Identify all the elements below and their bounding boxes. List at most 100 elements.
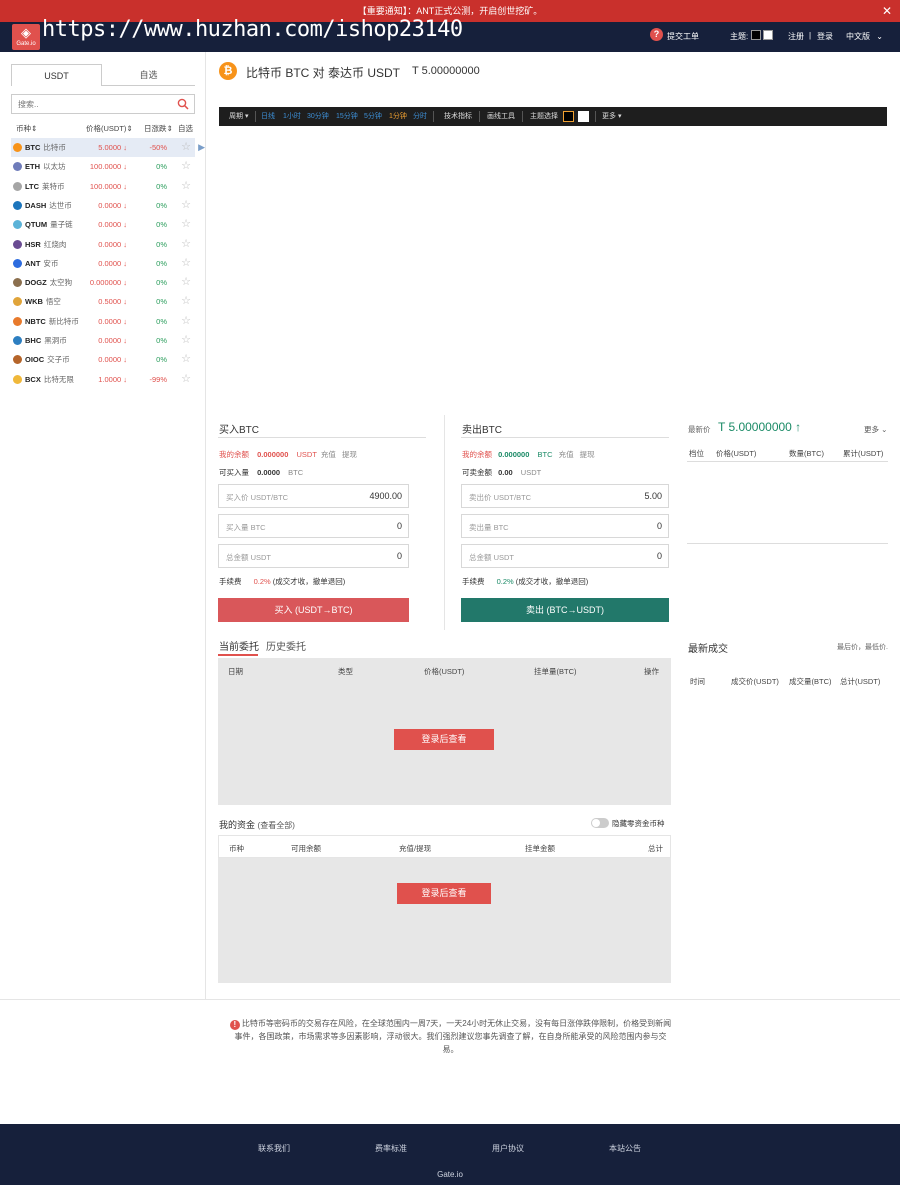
theme-light-swatch[interactable] <box>763 30 773 40</box>
market-row[interactable]: BTC 比特币 5.0000 ↓ -50% ☆ ▶ <box>11 138 205 157</box>
col-change[interactable]: 日涨跌⇕ <box>144 123 173 134</box>
search-icon[interactable] <box>177 98 189 110</box>
tab-usdt[interactable]: USDT <box>11 64 102 86</box>
funds-login-button[interactable]: 登录后查看 <box>397 883 491 904</box>
favorite-star-icon[interactable]: ☆ <box>181 273 191 292</box>
buy-available-row: 可买入量 0.0000 BTC <box>219 467 303 478</box>
buy-price-field[interactable]: 买入价 USDT/BTC 4900.00 <box>218 484 409 508</box>
coin-price: 0.5000 ↓ <box>98 297 127 307</box>
search-input[interactable] <box>12 95 172 113</box>
favorite-star-icon[interactable]: ☆ <box>181 215 191 234</box>
coin-name: 以太坊 <box>43 162 66 172</box>
favorite-star-icon[interactable]: ☆ <box>181 235 191 254</box>
market-row[interactable]: BHC 黑洞币 0.0000 ↓ 0% ☆ <box>11 331 195 350</box>
sell-recharge-link[interactable]: 充值 <box>559 450 574 459</box>
market-row[interactable]: ETH 以太坊 100.0000 ↓ 0% ☆ <box>11 157 195 176</box>
tab-current-orders[interactable]: 当前委托 <box>219 638 259 653</box>
market-row[interactable]: DASH 达世币 0.0000 ↓ 0% ☆ <box>11 196 195 215</box>
tech-indicators-button[interactable]: 技术指标 <box>444 107 472 126</box>
chart-theme-light-swatch[interactable] <box>578 111 589 122</box>
footer-contact-link[interactable]: 联系我们 <box>258 1143 290 1154</box>
coin-name: 太空狗 <box>49 278 73 288</box>
interval-15m[interactable]: 15分钟 <box>336 107 358 126</box>
sell-button[interactable]: 卖出 (BTC→USDT) <box>461 598 669 622</box>
tab-favorites[interactable]: 自选 <box>102 64 195 86</box>
sell-amount-field[interactable]: 卖出量 BTC 0 <box>461 514 669 538</box>
favorite-star-icon[interactable]: ☆ <box>181 331 191 350</box>
col-coin[interactable]: 币种⇕ <box>16 123 37 134</box>
buy-recharge-link[interactable]: 充值 <box>321 450 336 459</box>
period-dropdown[interactable]: 周期 ▾ <box>229 107 248 126</box>
favorite-star-icon[interactable]: ☆ <box>181 292 191 311</box>
interval-30m[interactable]: 30分钟 <box>307 107 329 126</box>
market-row[interactable]: HSR 红烧肉 0.0000 ↓ 0% ☆ <box>11 235 195 254</box>
favorite-star-icon[interactable]: ☆ <box>181 370 191 389</box>
sell-withdraw-link[interactable]: 提现 <box>580 450 595 459</box>
market-row[interactable]: ANT 安币 0.0000 ↓ 0% ☆ <box>11 254 195 273</box>
buy-fee-row: 手续费 0.2% (成交才收，撤单退回) <box>219 576 345 587</box>
footer-fees-link[interactable]: 费率标准 <box>375 1143 407 1154</box>
sell-price-field[interactable]: 卖出价 USDT/BTC 5.00 <box>461 484 669 508</box>
buy-total-field[interactable]: 总金额 USDT 0 <box>218 544 409 568</box>
market-row[interactable]: LTC 莱特币 100.0000 ↓ 0% ☆ <box>11 177 195 196</box>
interval-timeline[interactable]: 分时 <box>413 107 427 126</box>
coin-icon <box>13 374 22 384</box>
tab-history-orders[interactable]: 历史委托 <box>266 638 306 653</box>
favorite-star-icon[interactable]: ☆ <box>181 312 191 331</box>
language-select[interactable]: 中文版 ⌄ <box>846 31 883 42</box>
coin-symbol: BHC 黑洞币 <box>25 336 67 345</box>
market-row[interactable]: OIOC 交子币 0.0000 ↓ 0% ☆ <box>11 350 195 369</box>
close-icon[interactable]: ✕ <box>882 0 892 22</box>
chart-toolbar: 周期 ▾ 日线 1小时 30分钟 15分钟 5分钟 1分钟 分时 技术指标 画线… <box>219 107 887 126</box>
interval-1m[interactable]: 1分钟 <box>389 107 407 126</box>
last-price-label: 最新价 <box>688 425 711 434</box>
notice-text[interactable]: 【重要通知】：ANT正式公测，开启创世挖矿。 <box>358 6 543 16</box>
favorite-star-icon[interactable]: ☆ <box>181 177 191 196</box>
interval-1h[interactable]: 1小时 <box>283 107 301 126</box>
login-link[interactable]: 登录 <box>817 31 833 42</box>
interval-1d[interactable]: 日线 <box>261 107 275 126</box>
hide-zero-toggle[interactable] <box>591 818 609 828</box>
funds-view-all-link[interactable]: (查看全部) <box>258 821 295 830</box>
kline-chart-area[interactable] <box>219 126 887 391</box>
sell-amount-placeholder: 卖出量 BTC <box>469 523 509 532</box>
top-header: ◈ Gate.io https://www.huzhan.com/ishop23… <box>0 17 900 52</box>
coin-change: 0% <box>156 316 167 326</box>
trades-col-total: 总计(USDT) <box>840 677 881 686</box>
favorite-star-icon[interactable]: ☆ <box>181 254 191 273</box>
favorite-star-icon[interactable]: ☆ <box>181 350 191 369</box>
coin-icon <box>13 316 22 326</box>
favorite-star-icon[interactable]: ☆ <box>181 157 191 176</box>
more-dropdown[interactable]: 更多 ▾ <box>602 107 621 126</box>
interval-5m[interactable]: 5分钟 <box>364 107 382 126</box>
coin-price: 0.0000 ↓ <box>98 258 127 268</box>
favorite-star-icon[interactable]: ☆ <box>181 138 191 157</box>
footer-news-link[interactable]: 本站公告 <box>609 1143 641 1154</box>
market-row[interactable]: QTUM 量子链 0.0000 ↓ 0% ☆ <box>11 215 195 234</box>
coin-price: 0.0000 ↓ <box>98 220 127 230</box>
chart-theme-dark-swatch[interactable] <box>563 111 574 122</box>
buy-withdraw-link[interactable]: 提现 <box>342 450 357 459</box>
buy-amount-placeholder: 买入量 BTC <box>226 523 266 532</box>
draw-tools-button[interactable]: 画线工具 <box>487 107 515 126</box>
col-price[interactable]: 价格(USDT)⇕ <box>86 123 133 134</box>
market-row[interactable]: WKB 悟空 0.5000 ↓ 0% ☆ <box>11 292 195 311</box>
gateio-logo[interactable]: ◈ Gate.io <box>12 24 40 50</box>
coin-change: 0% <box>156 220 167 230</box>
submit-ticket-link[interactable]: 提交工单 <box>667 31 699 42</box>
register-link[interactable]: 注册 <box>788 31 804 42</box>
orders-login-button[interactable]: 登录后查看 <box>394 729 494 750</box>
market-row[interactable]: NBTC 新比特币 0.0000 ↓ 0% ☆ <box>11 312 195 331</box>
favorite-star-icon[interactable]: ☆ <box>181 196 191 215</box>
orderbook-more-link[interactable]: 更多 ⌄ <box>864 424 887 435</box>
market-row[interactable]: DOGZ 太空狗 0.000000 ↓ 0% ☆ <box>11 273 195 292</box>
help-icon[interactable]: ? <box>650 28 663 41</box>
theme-dark-swatch[interactable] <box>751 30 761 40</box>
sell-total-field[interactable]: 总金额 USDT 0 <box>461 544 669 568</box>
buy-amount-field[interactable]: 买入量 BTC 0 <box>218 514 409 538</box>
market-row[interactable]: BCX 比特无限 1.0000 ↓ -99% ☆ <box>11 370 195 389</box>
footer-terms-link[interactable]: 用户协议 <box>492 1143 524 1154</box>
buy-button[interactable]: 买入 (USDT→BTC) <box>218 598 409 622</box>
buy-total-value: 0 <box>396 551 402 561</box>
coin-name: 比特币 <box>43 143 66 152</box>
